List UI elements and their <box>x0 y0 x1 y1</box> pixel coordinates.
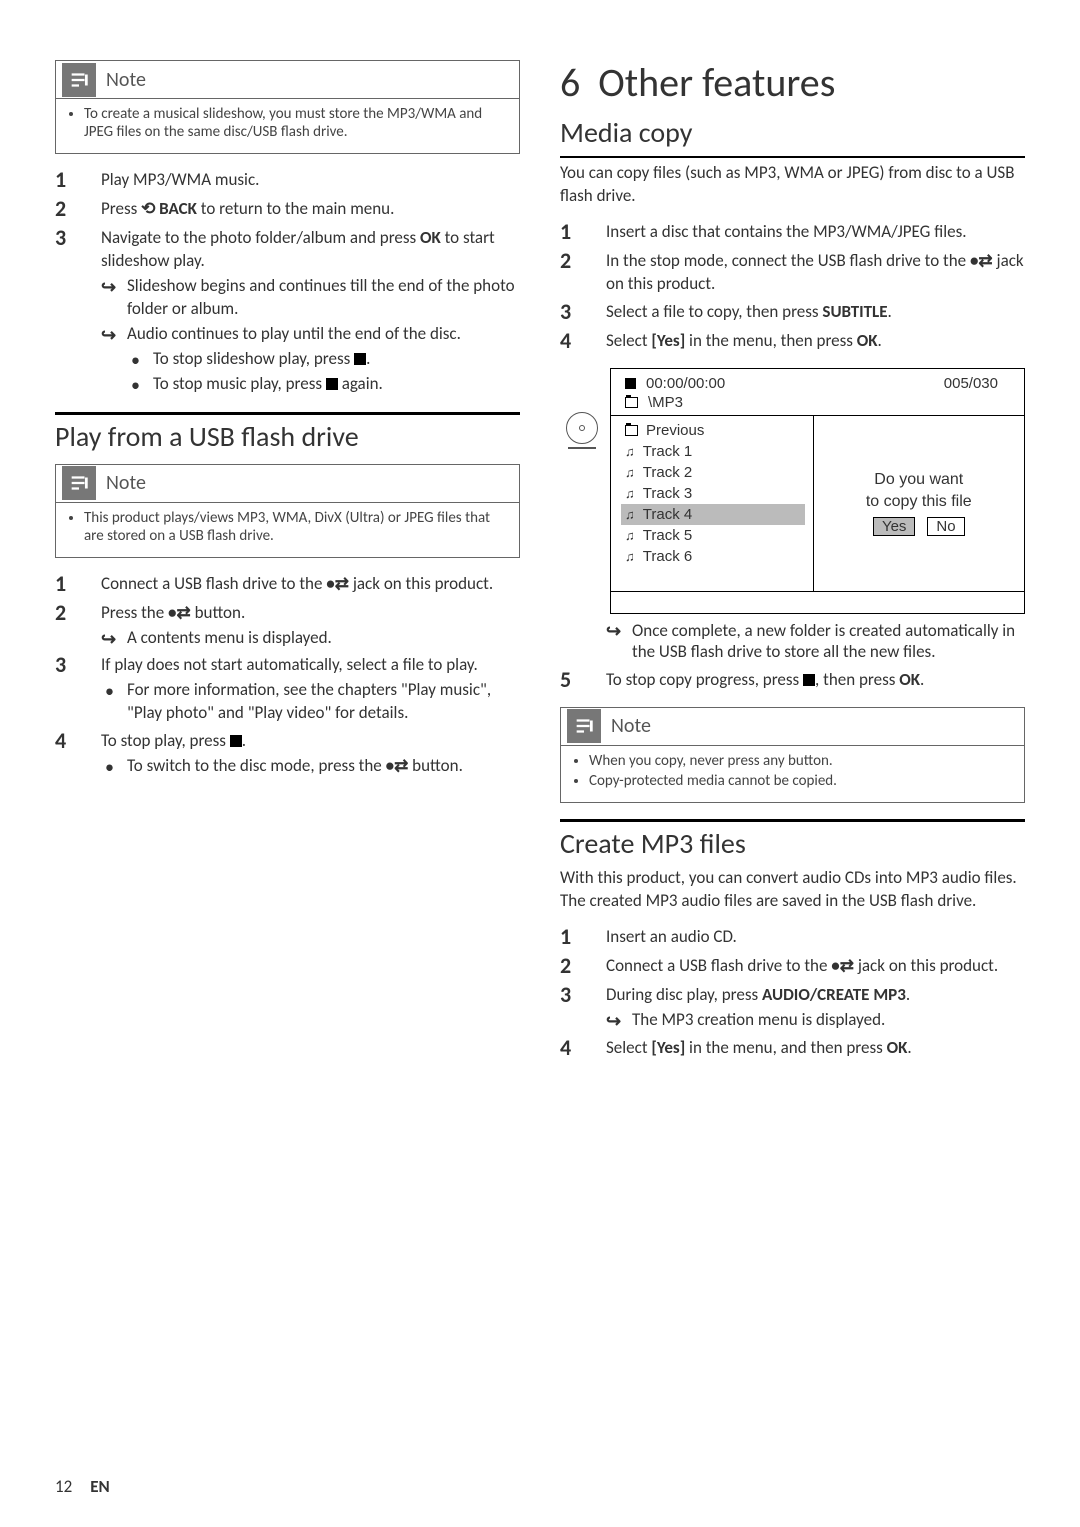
note-label: Note <box>106 471 146 495</box>
folder-icon <box>625 425 638 436</box>
step-text: To stop copy progress, press , then pres… <box>606 666 1025 693</box>
sub-bullet: To switch to the disc mode, press the •⇄… <box>101 755 520 778</box>
prompt-line: to copy this file <box>866 493 972 511</box>
step-text: During disc play, press AUDIO/CREATE MP3… <box>606 981 1025 1032</box>
step-text: Connect a USB flash drive to the •⇄ jack… <box>606 952 1025 979</box>
slideshow-steps: 1Play MP3/WMA music. 2Press ⟲ BACK to re… <box>55 166 520 396</box>
left-column: Note To create a musical slideshow, you … <box>55 60 520 1446</box>
note-box-slideshow: Note To create a musical slideshow, you … <box>55 60 520 154</box>
music-note-icon: ♫ <box>625 486 635 501</box>
screen-illustration: 00:00/00:00 005/030 \MP3 Previous ♫Track… <box>560 368 1025 614</box>
note-icon <box>62 63 96 97</box>
sub-bullet: To stop music play, press again. <box>101 373 520 396</box>
no-button: No <box>927 517 964 536</box>
screen-count: 005/030 <box>944 375 1014 392</box>
list-item-selected: ♫Track 4 <box>621 504 805 525</box>
note-label: Note <box>106 68 146 92</box>
disc-shape-icon <box>560 368 604 449</box>
yes-button: Yes <box>873 517 915 536</box>
media-copy-steps: 1Insert a disc that contains the MP3/WMA… <box>560 218 1025 354</box>
create-mp3-steps: 1Insert an audio CD. 2Connect a USB flas… <box>560 923 1025 1061</box>
screen-time: 00:00/00:00 <box>646 375 725 392</box>
usb-icon: •⇄ <box>831 955 854 978</box>
step-text: Play MP3/WMA music. <box>101 166 520 193</box>
music-note-icon: ♫ <box>625 444 635 459</box>
screen-path: \MP3 <box>648 394 683 411</box>
note-label: Note <box>611 714 651 738</box>
note-item: When you copy, never press any button. <box>589 752 1012 770</box>
list-item: ♫Track 5 <box>625 525 805 546</box>
step-text: Press the •⇄ button. A contents menu is … <box>101 599 520 650</box>
page-footer: 12 EN <box>55 1446 1025 1497</box>
media-copy-intro: You can copy files (such as MP3, WMA or … <box>560 162 1025 208</box>
sub-arrow: A contents menu is displayed. <box>101 627 520 650</box>
create-mp3-intro: With this product, you can convert audio… <box>560 867 1025 913</box>
stop-icon <box>625 378 636 389</box>
list-item: ♫Track 1 <box>625 441 805 462</box>
note-box-copy: Note When you copy, never press any butt… <box>560 707 1025 803</box>
sub-bullet: For more information, see the chapters "… <box>101 679 520 725</box>
sub-arrow: Slideshow begins and continues till the … <box>101 275 520 321</box>
media-copy-heading: Media copy <box>560 115 1025 158</box>
music-note-icon: ♫ <box>625 507 635 522</box>
media-copy-steps-cont: 5To stop copy progress, press , then pre… <box>560 666 1025 693</box>
prompt-line: Do you want <box>874 471 963 489</box>
music-note-icon: ♫ <box>625 528 635 543</box>
step-text: Connect a USB flash drive to the •⇄ jack… <box>101 570 520 597</box>
sub-arrow: The MP3 creation menu is displayed. <box>606 1009 1025 1032</box>
stop-icon <box>803 674 815 686</box>
step-text: To stop play, press . To switch to the d… <box>101 727 520 778</box>
step-text: Press ⟲ BACK to return to the main menu. <box>101 195 520 222</box>
note-item: To create a musical slideshow, you must … <box>84 105 507 141</box>
note-icon <box>62 466 96 500</box>
stop-icon <box>230 735 242 747</box>
usb-icon: •⇄ <box>970 250 993 273</box>
list-item: ♫Track 3 <box>625 483 805 504</box>
note-icon <box>567 709 601 743</box>
back-icon: ⟲ <box>141 198 155 221</box>
screen-panel: 00:00/00:00 005/030 \MP3 Previous ♫Track… <box>610 368 1025 614</box>
page-number: 12 <box>55 1476 72 1497</box>
usb-steps: 1Connect a USB flash drive to the •⇄ jac… <box>55 570 520 779</box>
create-mp3-heading: Create MP3 files <box>560 819 1025 861</box>
usb-icon: •⇄ <box>326 573 349 596</box>
note-item: Copy-protected media cannot be copied. <box>589 772 1012 790</box>
note-box-usb: Note This product plays/views MP3, WMA, … <box>55 464 520 558</box>
step-text: Insert a disc that contains the MP3/WMA/… <box>606 218 1025 245</box>
music-note-icon: ♫ <box>625 465 635 480</box>
screen-prompt: Do you want to copy this file Yes No <box>814 416 1024 591</box>
sub-arrow: Once complete, a new folder is created a… <box>606 620 1025 662</box>
page-language: EN <box>90 1476 110 1497</box>
list-item: ♫Track 6 <box>625 546 805 567</box>
step-text: Navigate to the photo folder/album and p… <box>101 224 520 396</box>
screen-track-list: Previous ♫Track 1 ♫Track 2 ♫Track 3 ♫Tra… <box>611 416 814 591</box>
step-text: In the stop mode, connect the USB flash … <box>606 247 1025 296</box>
step-text: Select a file to copy, then press SUBTIT… <box>606 298 1025 325</box>
list-item: Previous <box>625 420 805 441</box>
music-note-icon: ♫ <box>625 549 635 564</box>
chapter-heading: 6Other features <box>560 58 1025 107</box>
stop-icon <box>354 353 366 365</box>
step-text: If play does not start automatically, se… <box>101 651 520 725</box>
sub-arrow: Audio continues to play until the end of… <box>101 323 520 346</box>
step-text: Insert an audio CD. <box>606 923 1025 950</box>
step-text: Select [Yes] in the menu, and then press… <box>606 1034 1025 1061</box>
right-column: 6Other features Media copy You can copy … <box>560 60 1025 1446</box>
usb-icon: •⇄ <box>386 755 409 778</box>
folder-icon <box>625 397 638 408</box>
stop-icon <box>326 378 338 390</box>
usb-icon: •⇄ <box>168 602 191 625</box>
note-item: This product plays/views MP3, WMA, DivX … <box>84 509 507 545</box>
sub-bullet: To stop slideshow play, press . <box>101 348 520 371</box>
usb-heading: Play from a USB flash drive <box>55 412 520 454</box>
step-text: Select [Yes] in the menu, then press OK. <box>606 327 1025 354</box>
list-item: ♫Track 2 <box>625 462 805 483</box>
